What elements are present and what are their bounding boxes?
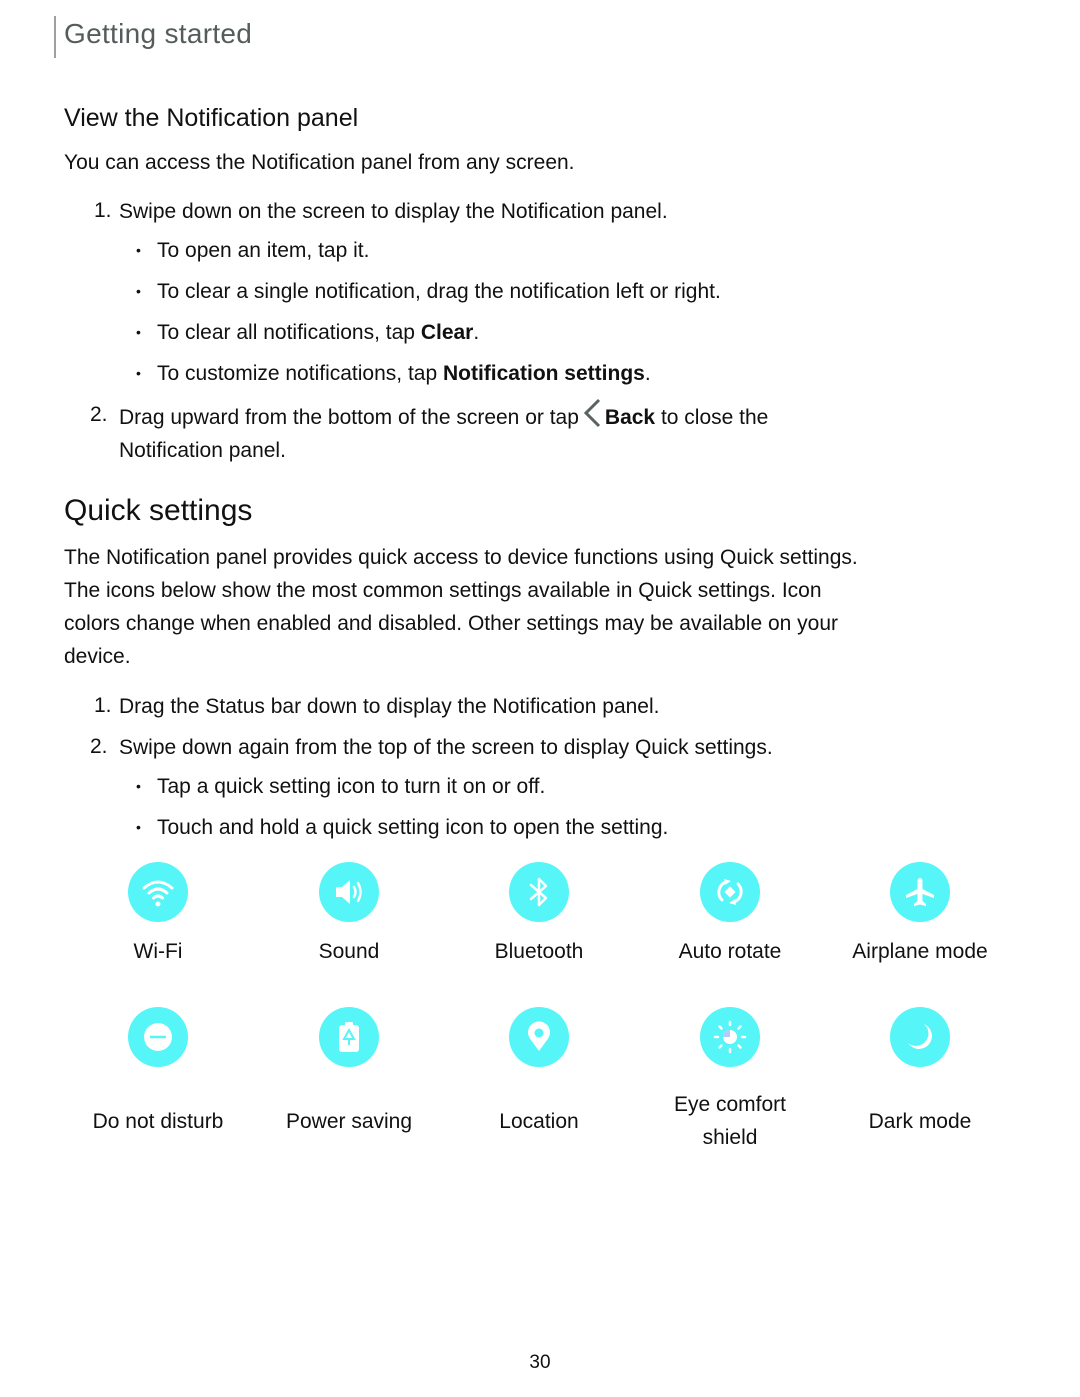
bullet-text: Touch and hold a quick setting icon to o… [157,816,669,839]
quick-settings-intro: The Notification panel provides quick ac… [64,546,858,668]
bullet-dot: • [136,324,141,340]
step-number: 1. [94,694,112,717]
tile-auto-rotate: Auto rotate [635,862,825,963]
tile-label: Airplane mode [852,940,988,963]
tile-eye-comfort-shield: Eye comfort shield [635,1007,825,1149]
sound-icon [319,862,379,922]
bullet-text: To open an item, tap it. [157,239,370,262]
bluetooth-icon [509,862,569,922]
page-number: 30 [529,1352,551,1373]
bullet-text: To clear all notifications, tap Clear. [157,321,480,344]
tile-label: Dark mode [868,1110,972,1133]
tile-location: Location [444,1007,634,1133]
tile-label: Do not disturb [92,1110,224,1133]
tile-wifi: Wi-Fi [63,862,253,963]
bullet-dot: • [136,365,141,381]
clear-term: Clear [420,321,474,344]
bullet-dot: • [136,242,141,258]
bullet-text: To customize notifications, tap Notifica… [157,362,651,385]
notification-panel-intro: You can access the Notification panel fr… [64,151,575,174]
step-number: 2. [90,403,108,426]
tile-label: Eye comfort shield [673,1093,787,1149]
location-icon [509,1007,569,1067]
section-title: Getting started [64,18,253,49]
notification-settings-term: Notification settings [442,362,645,385]
auto-rotate-icon [700,862,760,922]
tile-label: Power saving [285,1110,413,1133]
back-chevron-icon [581,398,603,439]
step-text: Swipe down on the screen to display the … [119,200,668,223]
tile-label: Sound [318,940,380,963]
quick-settings-heading: Quick settings [64,494,253,527]
back-term: Back [604,406,656,430]
dark-mode-icon [890,1007,950,1067]
tile-label: Location [499,1110,579,1133]
header-divider [54,16,56,58]
bullet-dot: • [136,283,141,299]
step-number: 2. [90,735,108,758]
tile-do-not-disturb: Do not disturb [63,1007,253,1133]
wifi-icon [128,862,188,922]
bullet-dot: • [136,819,141,835]
tile-dark-mode: Dark mode [825,1007,1015,1133]
step-text-continued: Notification panel. [119,439,286,462]
do-not-disturb-icon [128,1007,188,1067]
step-text: Swipe down again from the top of the scr… [119,736,773,759]
tile-airplane-mode: Airplane mode [825,862,1015,963]
bullet-dot: • [136,778,141,794]
tile-bluetooth: Bluetooth [444,862,634,963]
tile-label: Bluetooth [494,940,584,963]
tile-label: Wi-Fi [133,940,183,963]
notification-panel-heading: View the Notification panel [64,104,359,132]
power-saving-icon [319,1007,379,1067]
tile-power-saving: Power saving [254,1007,444,1133]
bullet-text: To clear a single notification, drag the… [157,280,721,303]
step-text: Drag the Status bar down to display the … [119,695,660,718]
bullet-text: Tap a quick setting icon to turn it on o… [157,775,546,798]
tile-label: Auto rotate [678,940,782,963]
airplane-icon [890,862,950,922]
eye-comfort-icon [700,1007,760,1067]
step-number: 1. [94,199,112,222]
tile-sound: Sound [254,862,444,963]
